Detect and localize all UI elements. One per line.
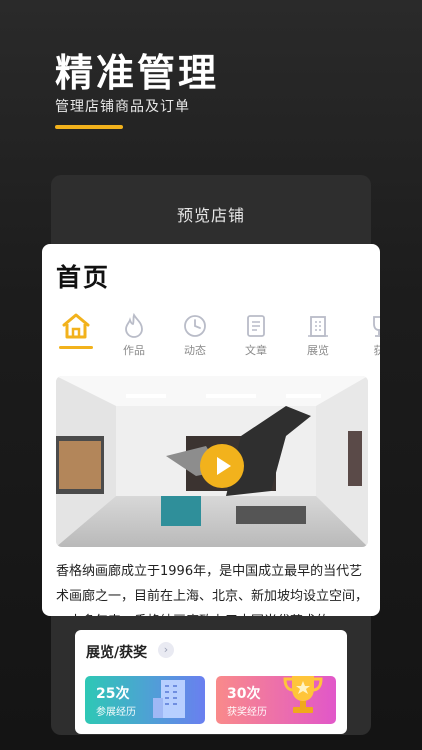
trophy-icon — [373, 316, 380, 337]
hero-title: 精准管理 — [55, 51, 220, 95]
phone-screen: 首页 作品 动态 文章 展览 获 香格纳画廊成立于1996年，是中国成立最早的当… — [42, 244, 380, 616]
category-tabs: 作品 动态 文章 展览 获 — [42, 312, 380, 362]
tab-moments[interactable]: 动态 — [173, 312, 217, 358]
tab-articles[interactable]: 文章 — [234, 312, 278, 358]
exhibition-label: 参展经历 — [96, 707, 136, 718]
tab-exhibitions-label: 展览 — [307, 344, 329, 357]
gallery-video[interactable] — [56, 376, 368, 547]
building-icon — [308, 316, 328, 337]
tab-works-label: 作品 — [123, 344, 145, 357]
page-title: 首页 — [56, 263, 111, 292]
tab-works[interactable]: 作品 — [112, 312, 156, 358]
trophy-icon — [283, 676, 323, 713]
exhibition-count: 25次 — [96, 686, 130, 702]
tab-moments-label: 动态 — [184, 344, 206, 357]
award-stat[interactable]: 30次 获奖经历 — [216, 676, 336, 724]
tab-exhibitions[interactable]: 展览 — [296, 312, 340, 358]
home-icon — [62, 313, 90, 339]
tab-awards-label: 获 — [373, 344, 381, 357]
flame-icon — [125, 312, 143, 338]
award-count: 30次 — [227, 686, 261, 702]
exhibition-stat[interactable]: 25次 参展经历 — [85, 676, 205, 724]
building-icon — [153, 680, 185, 718]
document-icon — [247, 315, 265, 337]
awards-title: 展览/获奖 — [86, 645, 148, 661]
tab-articles-label: 文章 — [245, 344, 267, 357]
preview-title: 预览店铺 — [176, 206, 245, 225]
gallery-description: 香格纳画廊成立于1996年，是中国成立最早的当代艺术画廊之一，目前在上海、北京、… — [56, 564, 369, 616]
chevron-right-icon[interactable]: › — [158, 642, 174, 658]
play-button[interactable] — [200, 444, 244, 488]
tab-awards[interactable]: 获 — [357, 312, 380, 358]
tab-home-underline — [59, 346, 93, 349]
clock-icon — [184, 315, 206, 337]
hero-accent-bar — [55, 125, 123, 129]
award-label: 获奖经历 — [227, 707, 267, 718]
hero-subtitle: 管理店铺商品及订单 — [55, 99, 190, 115]
tab-home[interactable] — [54, 312, 98, 349]
awards-card: 展览/获奖 › 25次 参展经历 30次 获奖经历 — [75, 630, 347, 734]
